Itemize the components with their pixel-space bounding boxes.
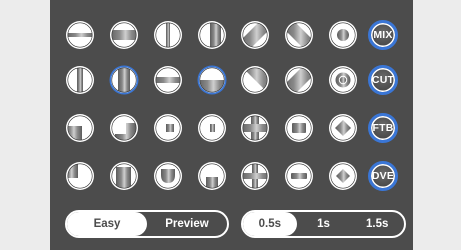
wipe-vertical-band-icon: [198, 21, 226, 49]
wipe-vertical-band-selected-icon: [109, 65, 139, 95]
wipe-button-0-0[interactable]: [65, 20, 95, 50]
wipe-button-1-1[interactable]: [109, 65, 139, 95]
wipe-corner-tl-icon: [66, 114, 94, 142]
wipe-vertical-center-icon: [66, 66, 94, 94]
duration-selector: 0.5s 1s 1.5s: [241, 210, 406, 238]
wipe-diagonal-bl-tr-icon: [241, 21, 269, 49]
wipe-button-0-1[interactable]: [109, 20, 139, 50]
wipe-diagonal-corner-br-icon: [285, 66, 313, 94]
wipe-bottom-notch-icon: [198, 162, 226, 190]
duration-option-1-5s[interactable]: 1.5s: [350, 212, 404, 236]
transition-panel: MIX CUT FTB DVE Easy Preview 0.5s 1s 1.5…: [50, 0, 413, 250]
wipe-button-2-1[interactable]: [109, 113, 139, 143]
wipe-button-2-2[interactable]: [153, 113, 183, 143]
wipe-button-3-1[interactable]: [109, 161, 139, 191]
wipe-button-0-3[interactable]: [197, 20, 227, 50]
ftb-button[interactable]: FTB: [368, 113, 398, 143]
cut-button[interactable]: CUT: [368, 65, 398, 95]
wipe-ring-icon: [329, 66, 357, 94]
wipe-button-3-4[interactable]: [240, 161, 270, 191]
wipe-button-2-0[interactable]: [65, 113, 95, 143]
wipe-corner-bl-icon: [66, 162, 94, 190]
wipe-button-0-5[interactable]: [284, 20, 314, 50]
wipe-button-3-3[interactable]: [197, 161, 227, 191]
wipe-button-2-5[interactable]: [284, 113, 314, 143]
wipe-square-center-icon: [154, 114, 182, 142]
wipe-button-2-4[interactable]: [240, 113, 270, 143]
wipe-diamond-icon: [329, 162, 357, 190]
wipe-diagonal-tl-br-icon: [285, 21, 313, 49]
wipe-button-0-6[interactable]: [328, 20, 358, 50]
wipe-button-3-6[interactable]: [328, 161, 358, 191]
wipe-button-0-2[interactable]: [153, 20, 183, 50]
wipe-button-1-0[interactable]: [65, 65, 95, 95]
wipe-half-square-icon: [198, 114, 226, 142]
wipe-horizontal-split-selected-icon: [197, 65, 227, 95]
mode-toggle: Easy Preview: [65, 210, 229, 238]
wipe-corner-tr-icon: [110, 114, 138, 142]
wipe-vertical-split-icon: [154, 21, 182, 49]
wipe-button-1-2[interactable]: [153, 65, 183, 95]
wipe-button-3-2[interactable]: [153, 161, 183, 191]
wipe-rect-center-icon: [285, 114, 313, 142]
wipe-rounded-bottom-icon: [154, 162, 182, 190]
wipe-button-1-3[interactable]: [197, 65, 227, 95]
wipe-button-1-5[interactable]: [284, 65, 314, 95]
wipe-bar-icon: [285, 162, 313, 190]
wipe-horizontal-band-icon: [110, 21, 138, 49]
dve-button[interactable]: DVE: [368, 161, 398, 191]
wipe-button-2-3[interactable]: [197, 113, 227, 143]
wipe-horizontal-center-icon: [154, 66, 182, 94]
wipe-button-2-6[interactable]: [328, 113, 358, 143]
wipe-corner-br-icon: [110, 162, 138, 190]
wipe-diamond-center-icon: [329, 114, 357, 142]
wipe-button-3-5[interactable]: [284, 161, 314, 191]
duration-option-0-5s[interactable]: 0.5s: [243, 212, 297, 236]
easy-option[interactable]: Easy: [67, 212, 147, 236]
wipe-circle-icon: [329, 21, 357, 49]
wipe-button-1-4[interactable]: [240, 65, 270, 95]
wipe-horizontal-icon: [66, 21, 94, 49]
wipe-diagonal-corner-tl-icon: [241, 66, 269, 94]
mix-button[interactable]: MIX: [368, 20, 398, 50]
wipe-button-1-6[interactable]: [328, 65, 358, 95]
wipe-button-0-4[interactable]: [240, 20, 270, 50]
preview-option[interactable]: Preview: [147, 212, 227, 236]
wipe-plus-icon: [241, 162, 269, 190]
wipe-button-3-0[interactable]: [65, 161, 95, 191]
duration-option-1s[interactable]: 1s: [297, 212, 351, 236]
wipe-cross-icon: [241, 114, 269, 142]
